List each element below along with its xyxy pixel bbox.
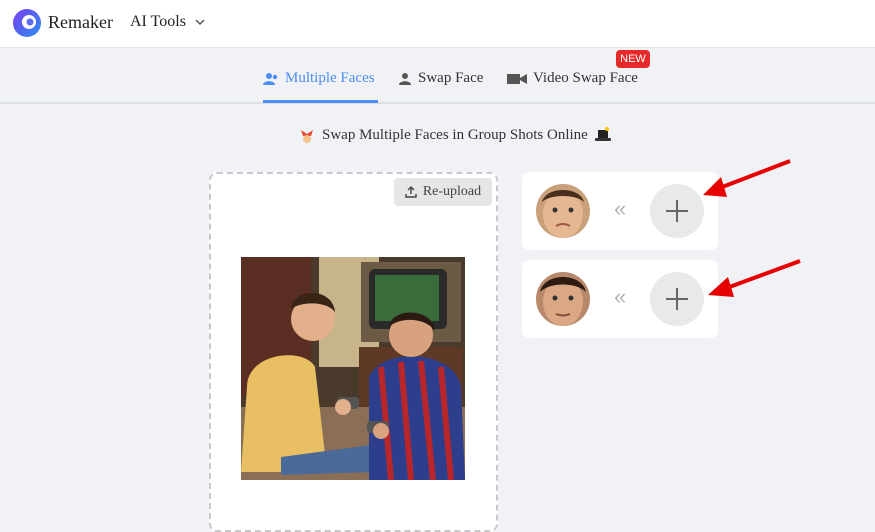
- magic-hat-icon: [594, 127, 611, 141]
- uploaded-group-photo: [241, 257, 465, 480]
- chevron-down-icon: [195, 19, 205, 26]
- annotation-arrow-icon: [703, 159, 791, 197]
- subtitle-text: Swap Multiple Faces in Group Shots Onlin…: [322, 126, 588, 143]
- add-target-face-button[interactable]: [650, 272, 704, 326]
- face-mapping-card: «: [522, 172, 718, 250]
- double-chevron-left-icon: «: [614, 284, 627, 309]
- tab-label: Multiple Faces: [285, 70, 375, 86]
- page-subtitle: Swap Multiple Faces in Group Shots Onlin…: [298, 126, 612, 144]
- jester-icon: [301, 130, 313, 143]
- tab-label: Video Swap Face: [533, 70, 638, 86]
- plus-icon: [666, 200, 688, 222]
- new-badge: NEW: [616, 50, 650, 68]
- reupload-button[interactable]: Re-upload: [394, 178, 492, 206]
- ai-tools-menu[interactable]: AI Tools: [130, 13, 206, 31]
- tab-label: Swap Face: [418, 70, 484, 86]
- upload-icon: [405, 186, 417, 198]
- remaker-logo-icon[interactable]: [12, 8, 42, 38]
- user-icon: [399, 72, 411, 85]
- detected-face-2: [536, 272, 590, 326]
- double-chevron-left-icon: «: [614, 196, 627, 221]
- annotation-arrow-icon: [708, 259, 801, 297]
- ai-tools-label: AI Tools: [130, 13, 186, 30]
- plus-icon: [666, 288, 688, 310]
- tab-video-swap-face[interactable]: Video Swap Face: [507, 70, 638, 87]
- users-icon: [263, 72, 278, 85]
- video-icon: [507, 73, 527, 84]
- tab-swap-face[interactable]: Swap Face: [398, 70, 483, 87]
- face-mapping-card: «: [522, 260, 718, 338]
- tab-multiple-faces[interactable]: Multiple Faces: [263, 70, 375, 87]
- mode-tabs: Multiple Faces Swap Face Video Swap Face: [0, 48, 875, 104]
- top-bar: Remaker AI Tools: [0, 0, 875, 48]
- brand-name[interactable]: Remaker: [48, 12, 113, 33]
- active-tab-indicator: [263, 100, 378, 103]
- detected-face-1: [536, 184, 590, 238]
- reupload-label: Re-upload: [422, 184, 482, 199]
